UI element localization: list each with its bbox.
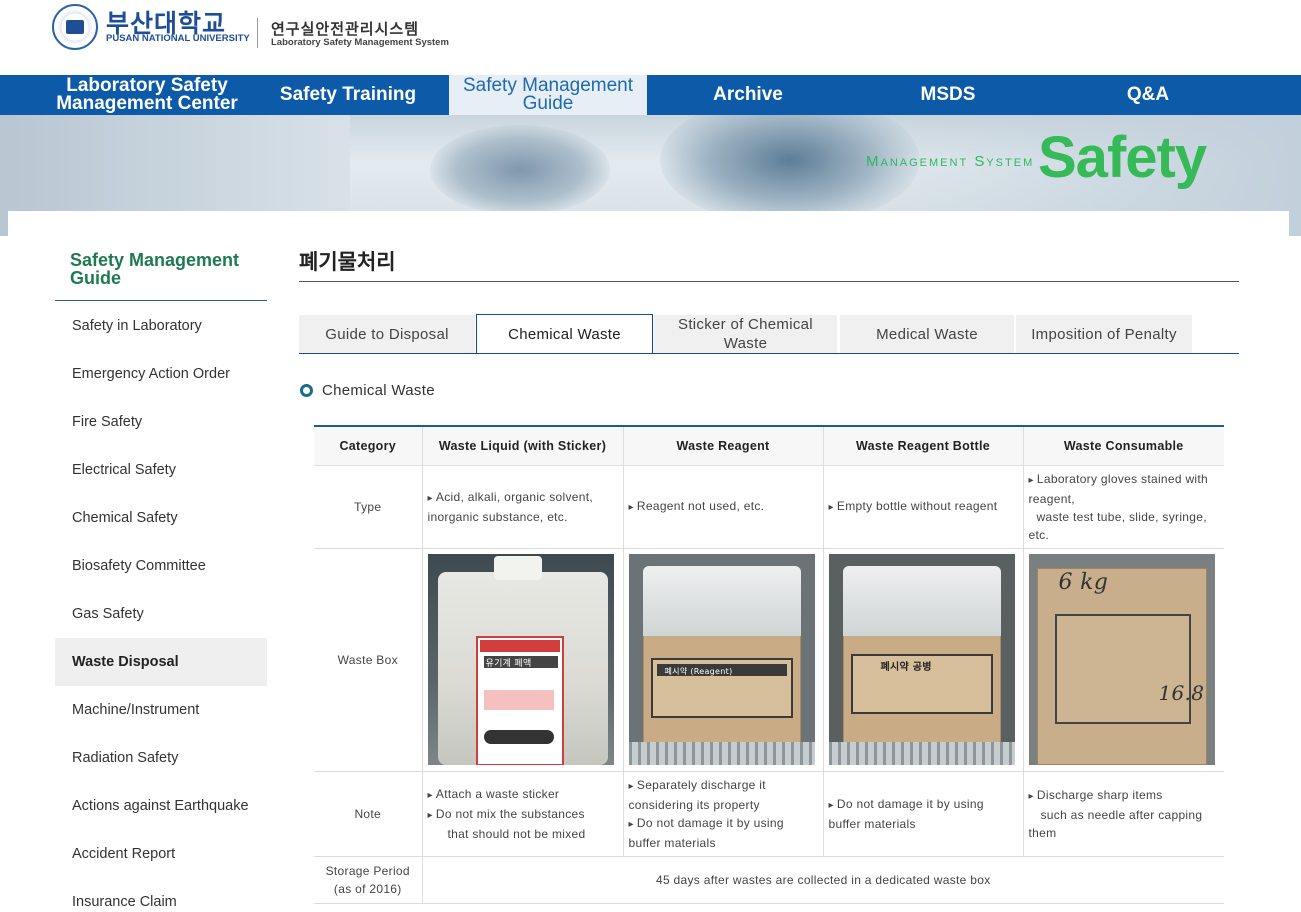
sidebar-item-accident-report[interactable]: Accident Report	[55, 830, 267, 878]
cell-text: Do not mix the substances	[435, 806, 585, 821]
cell-text: Empty bottle without reagent	[836, 498, 998, 513]
chemical-waste-table: Category Waste Liquid (with Sticker) Was…	[314, 425, 1224, 904]
nav-item-archive[interactable]: Archive	[648, 75, 848, 115]
sidebar-title: Safety Management Guide	[70, 250, 240, 288]
table-cell: Attach a waste sticker Do not mix the su…	[421, 770, 624, 857]
table-cell: Separately discharge it considering its …	[622, 770, 824, 857]
section-bullet-icon	[300, 384, 313, 397]
sidebar-item-safety-in-laboratory[interactable]: Safety in Laboratory	[55, 302, 267, 350]
row-label-type: Type	[314, 464, 423, 549]
table-cell: Empty bottle without reagent	[822, 464, 1024, 549]
row-label-note: Note	[314, 770, 423, 857]
sidebar-item-biosafety-committee[interactable]: Biosafety Committee	[55, 542, 267, 590]
table-cell: 폐시약 (Reagent)	[622, 547, 824, 772]
banner-title: Safety	[1038, 125, 1207, 190]
column-header: Waste Reagent	[622, 426, 824, 466]
banner-bottom-strip	[8, 211, 1289, 236]
main-nav: Laboratory Safety Management Center Safe…	[0, 75, 1301, 115]
table-cell: 폐시약 공병	[822, 547, 1024, 772]
tab-chemical-waste[interactable]: Chemical Waste	[476, 314, 653, 354]
cell-text: Do not damage it by using buffer materia…	[828, 796, 984, 831]
site-header: 부산대학교 PUSAN NATIONAL UNIVERSITY 연구실안전관리시…	[0, 0, 1301, 75]
sidebar-item-machine-instrument[interactable]: Machine/Instrument	[55, 686, 267, 734]
box-label-text: 폐시약 (Reagent)	[664, 667, 733, 676]
waste-reagent-box-image: 폐시약 (Reagent)	[628, 554, 815, 765]
waste-reagent-bottle-box-image: 폐시약 공병	[828, 554, 1015, 765]
tab-imposition-of-penalty[interactable]: Imposition of Penalty	[1016, 315, 1192, 353]
cell-text: Do not damage it by using buffer materia…	[628, 815, 784, 850]
table-cell: Do not damage it by using buffer materia…	[822, 770, 1024, 857]
tab-sticker-of-chemical-waste[interactable]: Sticker of Chemical Waste	[654, 315, 837, 353]
handwritten-number: 16.8	[1158, 681, 1205, 705]
nav-item-msds[interactable]: MSDS	[848, 75, 1048, 115]
cell-text: Acid, alkali, organic solvent, inorganic…	[427, 489, 593, 524]
nav-item-safety-management-guide[interactable]: Safety Management Guide	[449, 75, 647, 115]
table-cell: Laboratory gloves stained with reagent,w…	[1022, 464, 1224, 549]
handwritten-weight: 6 kg	[1058, 570, 1109, 595]
nav-item-lab-safety-center[interactable]: Laboratory Safety Management Center	[47, 75, 247, 115]
tab-baseline	[299, 353, 1239, 354]
tab-guide-to-disposal[interactable]: Guide to Disposal	[299, 315, 475, 353]
table-cell: Discharge sharp items such as needle aft…	[1022, 770, 1224, 857]
logo-divider	[257, 18, 258, 48]
column-header: Waste Liquid (with Sticker)	[421, 426, 624, 466]
cell-text: Attach a waste sticker	[435, 786, 560, 801]
nav-item-qna[interactable]: Q&A	[1048, 75, 1248, 115]
sidebar-item-gas-safety[interactable]: Gas Safety	[55, 590, 267, 638]
cell-text: such as needle after capping them	[1028, 807, 1203, 840]
cell-text: Separately discharge it considering its …	[628, 777, 766, 812]
table-row: Type Acid, alkali, organic solvent, inor…	[314, 464, 1224, 549]
sidebar-item-insurance-claim[interactable]: Insurance Claim	[55, 878, 267, 912]
sidebar-item-chemical-safety[interactable]: Chemical Safety	[55, 494, 267, 542]
sidebar-item-actions-against-earthquake[interactable]: Actions against Earthquake	[55, 782, 267, 830]
cell-text: that should not be mixed	[447, 826, 586, 841]
sidebar-item-waste-disposal[interactable]: Waste Disposal	[55, 638, 267, 686]
table-cell: 6 kg 16.8	[1022, 547, 1224, 772]
sidebar-item-electrical-safety[interactable]: Electrical Safety	[55, 446, 267, 494]
cell-text: Laboratory gloves stained with reagent,	[1028, 471, 1208, 506]
university-name-en[interactable]: PUSAN NATIONAL UNIVERSITY	[106, 33, 250, 44]
tab-medical-waste[interactable]: Medical Waste	[840, 315, 1014, 353]
table-cell: Acid, alkali, organic solvent, inorganic…	[421, 464, 624, 549]
university-seal-icon[interactable]	[52, 4, 98, 50]
waste-liquid-container-image: 유기계 폐액	[427, 554, 614, 765]
table-row: Storage Period (as of 2016) 45 days afte…	[314, 855, 1224, 904]
title-divider	[299, 281, 1239, 282]
table-row: Waste Box 유기계 폐액 폐시약 (Reagent) 폐시약 공병 6 …	[314, 547, 1224, 772]
waste-consumable-box-image: 6 kg 16.8	[1028, 554, 1215, 765]
nav-item-safety-training[interactable]: Safety Training	[250, 75, 446, 115]
cell-text: Discharge sharp items	[1036, 787, 1163, 802]
page-title: 폐기물처리	[299, 250, 396, 274]
table-cell: Reagent not used, etc.	[622, 464, 824, 549]
sticker-text: 유기계 폐액	[485, 659, 532, 669]
sidebar-item-fire-safety[interactable]: Fire Safety	[55, 398, 267, 446]
column-header: Waste Reagent Bottle	[822, 426, 1024, 466]
cell-text: waste test tube, slide, syringe, etc.	[1028, 509, 1207, 542]
box-label-text: 폐시약 공병	[880, 662, 932, 673]
system-name-ko[interactable]: 연구실안전관리시스템	[271, 18, 419, 39]
system-name-en[interactable]: Laboratory Safety Management System	[271, 37, 449, 48]
column-header: Category	[314, 426, 423, 466]
banner-subtitle: Management System	[866, 153, 1035, 170]
sidebar-divider	[55, 300, 267, 301]
sidebar-item-emergency-action-order[interactable]: Emergency Action Order	[55, 350, 267, 398]
table-header-row: Category Waste Liquid (with Sticker) Was…	[314, 426, 1224, 466]
table-row: Note Attach a waste sticker Do not mix t…	[314, 770, 1224, 857]
row-label-waste-box: Waste Box	[314, 547, 423, 772]
cell-text: Reagent not used, etc.	[636, 498, 765, 513]
column-header: Waste Consumable	[1022, 426, 1224, 466]
section-heading: Chemical Waste	[322, 382, 435, 399]
storage-period-value: 45 days after wastes are collected in a …	[421, 855, 1224, 904]
table-cell: 유기계 폐액	[421, 547, 624, 772]
sidebar-item-radiation-safety[interactable]: Radiation Safety	[55, 734, 267, 782]
row-label-storage-period: Storage Period (as of 2016)	[314, 855, 423, 904]
